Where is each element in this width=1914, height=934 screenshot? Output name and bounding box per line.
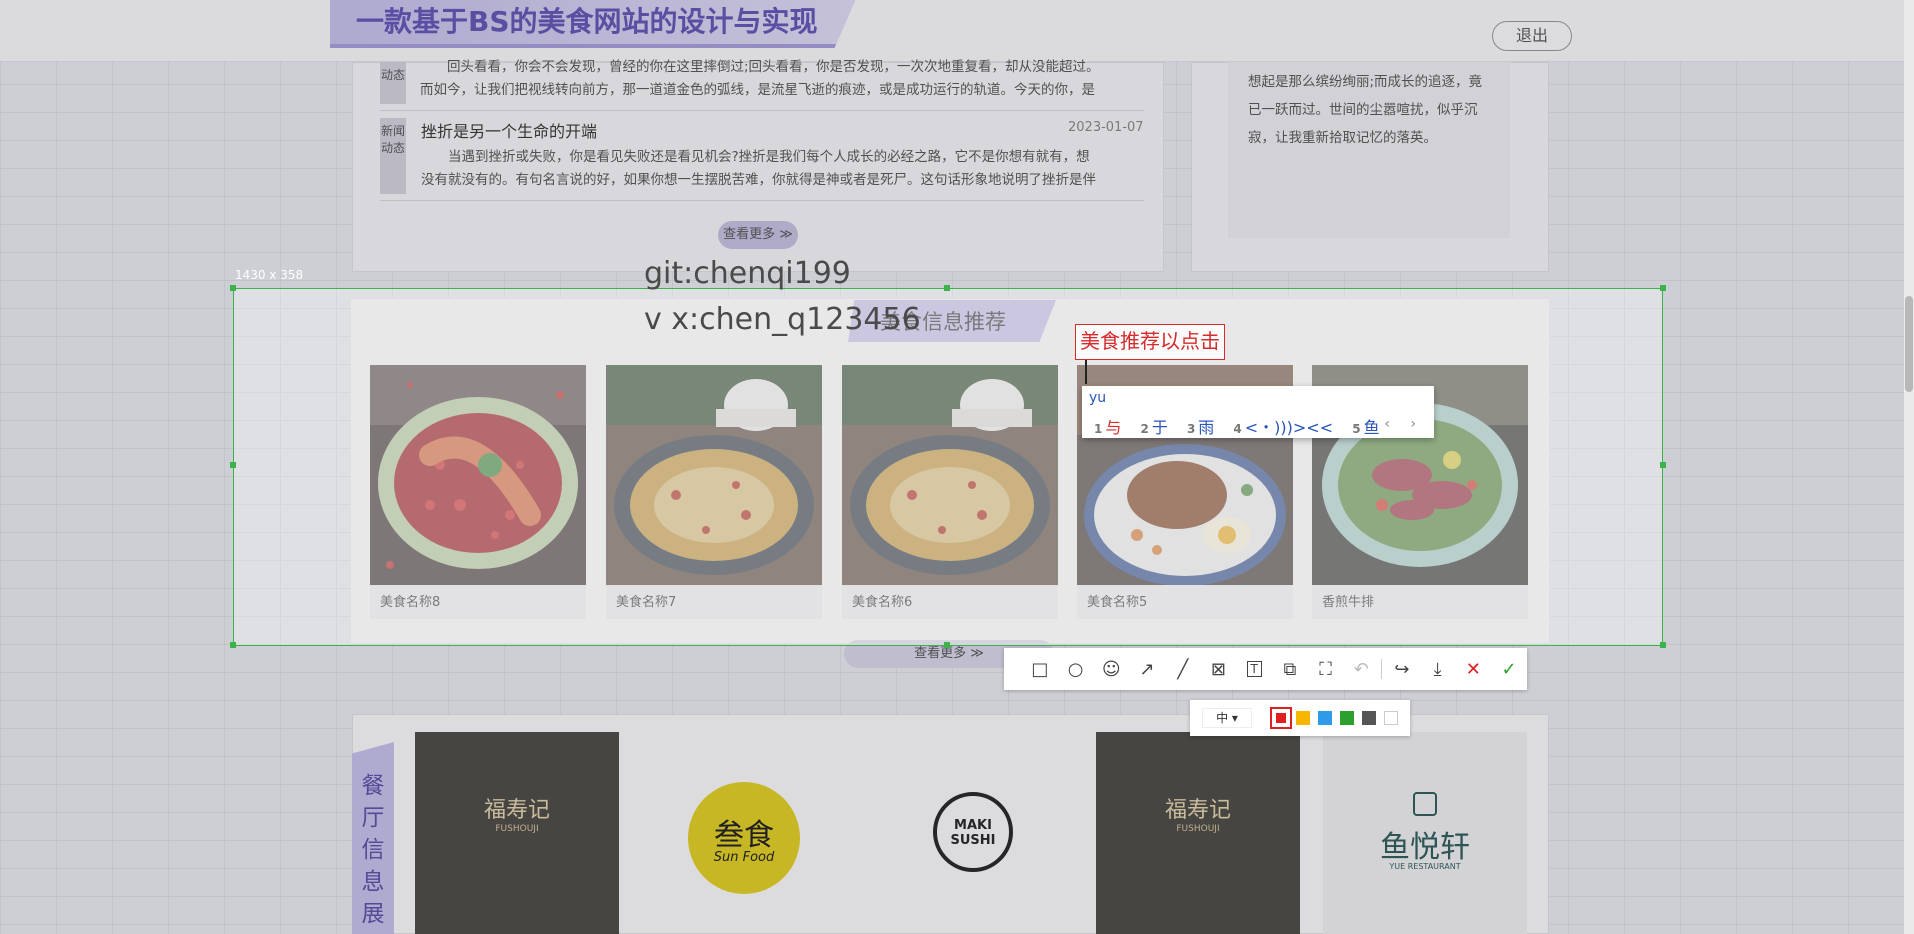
color-swatch-gray[interactable] [1362,711,1376,725]
screenshot-toolbar: □ ○ ☺ ↗ ╱ ⊠ T ⧉ ⛶ ↶ ↪ ⤓ ✕ ✓ [1004,648,1527,690]
news-tag: 动态 [380,62,406,104]
site-header [0,0,1914,62]
logo-name: MAKI SUSHI [950,818,996,848]
save-icon[interactable]: ⤓ [1420,648,1456,690]
news-body: 当遇到挫折或失败，你是看见失败还是看见机会?挫折是我们每个人成长的必经之路，它不… [421,149,1096,188]
watermark-vx: v x:chen_q123456 [644,302,921,337]
ime-composition: yu [1089,390,1107,406]
page-scrollbar[interactable] [1904,0,1914,934]
yuexuan-emblem [1413,792,1437,816]
rectangle-icon[interactable]: □ [1022,648,1058,690]
emoji-icon[interactable]: ☺ [1093,648,1129,690]
news-tag: 新闻动态 [380,118,406,194]
color-swatch-yellow[interactable] [1296,711,1310,725]
restaurant-logo[interactable]: 叁食 Sun Food [643,732,847,934]
resize-handle-tl[interactable] [230,285,236,291]
ime-candidates: 1与 2于 3雨 4 <・)))><< 5鱼 [1094,414,1394,438]
ime-page-nav[interactable]: ‹ › [1384,416,1424,432]
logo-sub: FUSHOUJI [495,824,539,834]
scrollbar-thumb[interactable] [1905,296,1913,392]
color-swatch-green[interactable] [1340,711,1354,725]
news-divider [380,200,1144,201]
ocr-icon[interactable]: ⛶ [1308,648,1344,690]
mosaic-icon[interactable]: ⊠ [1201,648,1237,690]
color-swatch-red[interactable] [1270,707,1292,729]
logo-name: 福寿记 [483,798,550,823]
news-date: 2023-01-07 [1068,120,1144,135]
logo-name: 叁食 [714,818,774,853]
watermark-git: git:chenqi199 [644,256,851,291]
logo-sub: YUE RESTAURANT [1389,862,1461,871]
resize-handle-br[interactable] [1660,642,1666,648]
logo-sub: FUSHOUJI [1176,824,1220,834]
ime-candidate[interactable]: 4 <・)))><< [1233,418,1333,437]
text-cursor [1085,360,1087,384]
style-subtoolbar: 中 ▾ [1190,700,1410,736]
ime-candidate[interactable]: 3雨 [1187,418,1214,437]
font-size-select[interactable]: 中 ▾ [1202,708,1252,728]
ellipse-icon[interactable]: ○ [1058,648,1094,690]
arrow-icon[interactable]: ↗ [1129,648,1165,690]
logo-name: 鱼悦轩 [1380,830,1470,865]
restaurant-logo[interactable]: 福寿记 FUSHOUJI [1096,732,1300,934]
restaurant-logo[interactable]: 鱼悦轩 YUE RESTAURANT [1323,732,1527,934]
news-more-button[interactable]: 查看更多 ≫ [718,221,798,249]
resize-handle-l[interactable] [230,462,236,468]
restaurant-logo[interactable]: MAKI SUSHI [871,732,1075,934]
share-icon[interactable]: ↪ [1384,648,1420,690]
logo-sub: Sun Food [713,850,775,865]
color-swatch-white[interactable] [1384,711,1398,725]
logo-name: 福寿记 [1164,798,1231,823]
ime-candidate[interactable]: 1与 [1094,418,1121,437]
capture-region[interactable] [233,288,1663,646]
side-text: 想起是那么缤纷绚丽;而成长的追逐，竟已一跃而过。世间的尘嚣喧扰，似乎沉寂，让我重… [1248,74,1483,146]
pin-icon[interactable]: ⧉ [1272,648,1308,690]
text-icon[interactable]: T [1236,648,1272,690]
ime-candidate[interactable]: 5鱼 [1352,418,1379,437]
logout-button[interactable]: 退出 [1492,21,1572,51]
resize-handle-b[interactable] [944,642,950,648]
ime-candidate-window: yu 1与 2于 3雨 4 <・)))><< 5鱼 ‹ › [1082,386,1434,438]
resize-handle-bl[interactable] [230,642,236,648]
restaurant-section-title: 餐厅信息展示 [361,773,385,934]
toolbar-divider [1381,659,1383,679]
cancel-icon[interactable]: ✕ [1455,648,1491,690]
news-divider [380,110,1144,111]
capture-size-label: 1430 x 358 [235,268,304,282]
text-annotation[interactable]: 美食推荐以点击 [1075,324,1225,360]
resize-handle-t[interactable] [944,285,950,291]
line-icon[interactable]: ╱ [1165,648,1201,690]
confirm-icon[interactable]: ✓ [1491,648,1527,690]
resize-handle-tr[interactable] [1660,285,1666,291]
resize-handle-r[interactable] [1660,462,1666,468]
undo-icon[interactable]: ↶ [1343,648,1379,690]
news-body: 回头看看，你会不会发现，曾经的你在这里摔倒过;回头看看，你是否发现，一次次地重复… [420,59,1100,98]
site-title: 一款基于BS的美食网站的设计与实现 [330,0,856,48]
restaurant-logo[interactable]: 福寿记 FUSHOUJI [415,732,619,934]
ime-candidate[interactable]: 2于 [1140,418,1167,437]
news-title[interactable]: 挫折是另一个生命的开端 [421,118,597,142]
color-swatch-blue[interactable] [1318,711,1332,725]
